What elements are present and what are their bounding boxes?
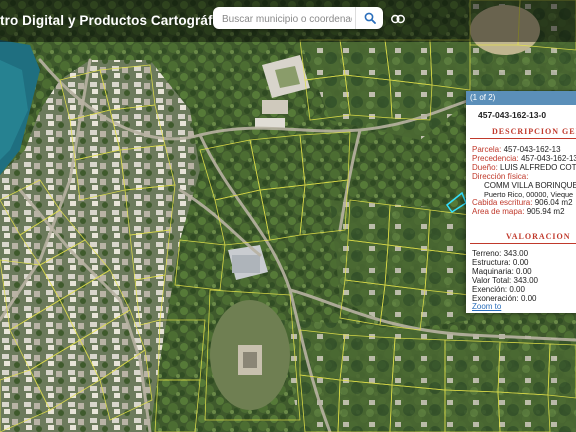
section-divider xyxy=(470,243,576,244)
field-label: Area de mapa: xyxy=(472,207,525,216)
field-value: 457-043-162-13 xyxy=(503,145,561,154)
app-header: tro Digital y Productos Cartográficos xyxy=(0,0,576,42)
link-icon xyxy=(391,14,405,24)
parcel-info-popup: (1 of 2) 457-043-162-13-0 DESCRIPCION GE… xyxy=(466,91,576,313)
field-label: Dirección física: xyxy=(472,172,529,181)
valuation-label: Valor Total: xyxy=(472,276,512,285)
valuation-value: 343.00 xyxy=(503,249,529,258)
search-box xyxy=(213,7,383,29)
valuation-label: Maquinaria: xyxy=(472,267,514,276)
search-button[interactable] xyxy=(355,7,384,29)
field-cabida: Cabida escritura: 906.04 m2 xyxy=(472,198,573,207)
field-value: 457-043-162-13 xyxy=(520,154,576,163)
valuation-value: 343.00 xyxy=(513,276,538,285)
valuation-label: Estructura: xyxy=(472,258,511,267)
valuation-label: Terreno: xyxy=(472,249,502,258)
search-input[interactable] xyxy=(220,9,354,29)
field-value: 906.04 m2 xyxy=(534,198,573,207)
valuation-valor-total: Valor Total: 343.00 xyxy=(472,276,538,285)
field-label: Parcela: xyxy=(472,145,502,154)
section-title-valoracion: VALORACION xyxy=(506,232,571,241)
address-line-1: COMM VILLA BORINQUEN xyxy=(484,181,576,190)
field-dueno: Dueño: LUIS ALFREDO COTTO xyxy=(472,163,576,172)
field-direccion: Dirección física: xyxy=(472,172,528,181)
field-label: Cabida escritura: xyxy=(472,198,533,207)
share-link-button[interactable] xyxy=(386,10,410,28)
valuation-maquinaria: Maquinaria: 0.00 xyxy=(472,267,532,276)
valuation-label: Exención: xyxy=(472,285,508,294)
section-title-general: DESCRIPCION GEN xyxy=(492,127,576,136)
search-icon xyxy=(364,12,376,24)
valuation-value: 0.00 xyxy=(509,285,525,294)
valuation-terreno: Terreno: 343.00 xyxy=(472,249,528,258)
section-divider xyxy=(470,138,576,139)
field-value: 905.94 m2 xyxy=(526,207,565,216)
field-parcela: Parcela: 457-043-162-13 xyxy=(472,145,561,154)
valuation-estructura: Estructura: 0.00 xyxy=(472,258,529,267)
app-title: tro Digital y Productos Cartográficos xyxy=(0,13,240,28)
field-label: Precedencia: xyxy=(472,154,519,163)
popup-counter: (1 of 2) xyxy=(470,93,496,102)
field-precedencia: Precedencia: 457-043-162-13 xyxy=(472,154,576,163)
valuation-value: 0.00 xyxy=(516,267,532,276)
zoom-to-link[interactable]: Zoom to xyxy=(472,302,501,311)
popup-pager[interactable]: (1 of 2) xyxy=(466,91,576,105)
valuation-value: 0.00 xyxy=(512,258,529,267)
field-area: Area de mapa: 905.94 m2 xyxy=(472,207,565,216)
valuation-exencion: Exención: 0.00 xyxy=(472,285,525,294)
valuation-value: 0.00 xyxy=(520,294,537,303)
field-label: Dueño: xyxy=(472,163,498,172)
parcel-id-title: 457-043-162-13-0 xyxy=(478,110,547,120)
field-value: LUIS ALFREDO COTTO xyxy=(500,163,576,172)
